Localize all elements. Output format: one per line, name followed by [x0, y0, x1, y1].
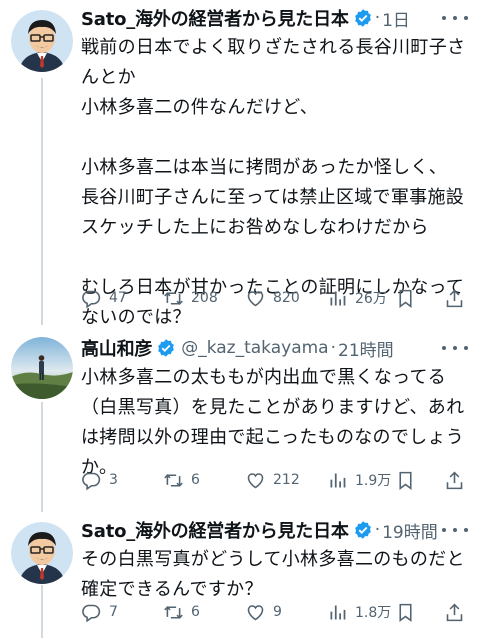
separator-dot: ·	[330, 338, 336, 358]
share-button[interactable]	[444, 599, 465, 625]
views-button[interactable]: 1.9万	[327, 467, 391, 493]
verified-badge-icon	[156, 338, 176, 358]
tweet[interactable]: Sato_海外の経営者から見た日本 · 19時間 その白黒写真がどうして小林多喜…	[0, 512, 480, 638]
bookmark-icon	[399, 289, 412, 308]
more-icon[interactable]	[442, 339, 468, 357]
like-button[interactable]: 9	[245, 599, 282, 625]
retweet-count: 6	[191, 604, 200, 620]
display-name[interactable]: 高山和彦	[81, 335, 152, 361]
tweet-line: 小林多喜二の件なんだけど、	[81, 97, 318, 118]
tweet-line: （白黒写真）を見たことがありますけど、あれ	[81, 397, 465, 418]
reply-button[interactable]: 3	[81, 467, 118, 493]
like-count: 212	[273, 472, 300, 488]
share-button[interactable]	[444, 467, 465, 493]
views-icon	[330, 291, 346, 305]
retweet-count: 208	[191, 290, 218, 306]
tweet-line: 小林多喜二の太ももが内出血で黒くなってる	[81, 367, 447, 388]
tweet-header: Sato_海外の経営者から見た日本 · 19時間	[81, 515, 470, 545]
verified-badge-icon	[353, 520, 373, 540]
reply-count: 3	[109, 472, 118, 488]
timestamp[interactable]: 19時間	[382, 518, 438, 543]
avatar[interactable]	[11, 10, 73, 72]
tweet[interactable]: Sato_海外の経営者から見た日本 · 1日 戦前の日本でよく取りざたされる長谷…	[0, 0, 480, 328]
like-button[interactable]: 212	[245, 467, 300, 493]
tweet-line: その白黒写真がどうして小林多喜二のものだと	[81, 549, 465, 570]
bookmark-button[interactable]	[395, 599, 416, 625]
reply-count: 7	[109, 604, 118, 620]
separator-dot: ·	[374, 520, 381, 540]
like-icon	[247, 290, 264, 306]
user-handle[interactable]: @_kaz_takayama	[181, 338, 328, 358]
verified-badge-icon	[353, 8, 373, 28]
views-count: 26万	[355, 291, 387, 307]
tweet-text: その白黒写真がどうして小林多喜二のものだと 確定できるんですか？	[81, 545, 470, 605]
retweet-button[interactable]: 208	[163, 285, 218, 311]
views-icon	[330, 605, 346, 619]
like-count: 9	[273, 604, 282, 620]
share-icon	[446, 603, 463, 621]
views-button[interactable]: 1.8万	[327, 599, 391, 625]
timestamp[interactable]: 21時間	[338, 336, 394, 361]
like-icon	[247, 604, 264, 620]
reply-button[interactable]: 47	[81, 285, 127, 311]
more-icon[interactable]	[442, 521, 468, 539]
tweet-text: 小林多喜二の太ももが内出血で黒くなってる （白黒写真）を見たことがありますけど、…	[81, 363, 470, 483]
share-button[interactable]	[444, 285, 465, 311]
views-count: 1.9万	[355, 473, 392, 489]
retweet-icon	[164, 605, 183, 619]
separator-dot: ·	[374, 8, 381, 28]
share-icon	[446, 471, 463, 489]
retweet-icon	[164, 473, 183, 487]
retweet-button[interactable]: 6	[163, 599, 200, 625]
tweet-line: んとか	[81, 67, 136, 88]
tweet-line: 長谷川町子さんに至っては禁止区域で軍事施設	[81, 187, 465, 208]
display-name[interactable]: Sato_海外の経営者から見た日本	[81, 5, 349, 31]
like-count: 820	[273, 290, 300, 306]
tweet-line: 小林多喜二は本当に拷問があったか怪しく、	[81, 157, 447, 178]
bookmark-icon	[399, 471, 412, 490]
tweet-line: は拷問以外の理由で起こったものなのでしょう	[81, 427, 465, 448]
bookmark-button[interactable]	[395, 285, 416, 311]
like-button[interactable]: 820	[245, 285, 300, 311]
display-name[interactable]: Sato_海外の経営者から見た日本	[81, 517, 349, 543]
reply-button[interactable]: 7	[81, 599, 118, 625]
tweet-header: 高山和彦 @_kaz_takayama · 21時間	[81, 333, 470, 363]
reply-icon	[82, 472, 101, 490]
action-bar: 47 208 820 26万	[81, 285, 470, 311]
views-button[interactable]: 26万	[327, 285, 387, 311]
tweet-line: 戦前の日本でよく取りざたされる長谷川町子さ	[81, 37, 466, 58]
views-icon	[330, 473, 346, 487]
reply-icon	[82, 604, 101, 622]
action-bar: 7 6 9 1.8万	[81, 599, 470, 625]
retweet-count: 6	[191, 472, 200, 488]
tweet-line: スケッチした上にお咎めなしなわけだから	[81, 217, 429, 238]
tweet[interactable]: 高山和彦 @_kaz_takayama · 21時間 小林多喜二の太ももが内出血…	[0, 325, 480, 512]
share-icon	[446, 289, 463, 307]
tweet-header: Sato_海外の経営者から見た日本 · 1日	[81, 3, 470, 33]
reply-count: 47	[109, 290, 127, 306]
more-icon[interactable]	[442, 9, 468, 27]
reply-icon	[82, 290, 101, 308]
action-bar: 3 6 212 1.9万	[81, 467, 470, 493]
bookmark-icon	[399, 603, 412, 622]
bookmark-button[interactable]	[395, 467, 416, 493]
retweet-icon	[164, 291, 183, 305]
like-icon	[247, 472, 264, 488]
retweet-button[interactable]: 6	[163, 467, 200, 493]
avatar[interactable]	[11, 522, 73, 584]
views-count: 1.8万	[355, 605, 392, 621]
timestamp[interactable]: 1日	[382, 6, 410, 31]
avatar[interactable]	[11, 337, 73, 399]
